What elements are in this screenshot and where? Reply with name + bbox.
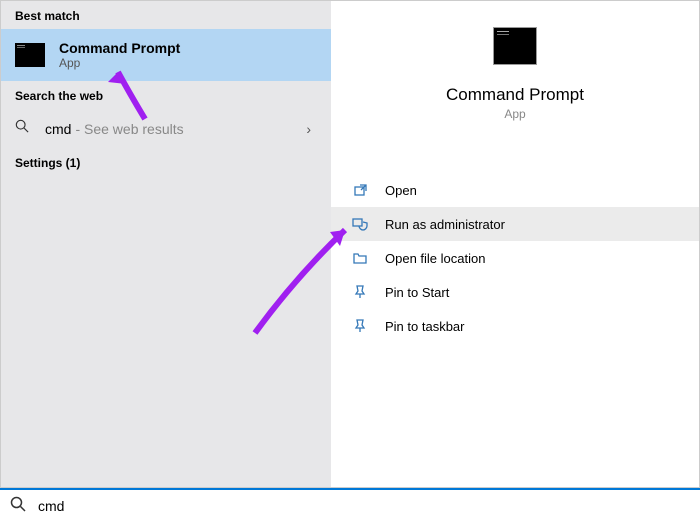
web-hint: - See web results [75,121,183,137]
action-open[interactable]: Open [331,173,699,207]
web-result-item[interactable]: cmd - See web results › [1,109,331,148]
cmd-icon [15,43,45,67]
action-pin-taskbar[interactable]: Pin to taskbar [331,309,699,343]
action-pin-start[interactable]: Pin to Start [331,275,699,309]
web-query: cmd [45,121,71,137]
folder-icon [351,249,369,267]
search-icon [10,496,26,517]
preview-subtitle: App [331,107,699,121]
search-web-header: Search the web [1,81,331,109]
best-match-header: Best match [1,1,331,29]
action-open-label: Open [385,183,417,198]
action-run-admin[interactable]: Run as administrator [331,207,699,241]
open-icon [351,181,369,199]
pin-start-icon [351,283,369,301]
search-bar[interactable] [0,488,700,522]
settings-header: Settings (1) [1,148,331,176]
preview-panel: Command Prompt App Open Run as administr… [331,1,699,487]
action-pin-taskbar-label: Pin to taskbar [385,319,465,334]
preview-title: Command Prompt [331,85,699,105]
admin-icon [351,215,369,233]
chevron-right-icon: › [306,121,311,137]
action-run-admin-label: Run as administrator [385,217,505,232]
results-panel: Best match Command Prompt App Search the… [1,1,331,487]
best-match-subtitle: App [59,56,180,70]
best-match-item[interactable]: Command Prompt App [1,29,331,81]
preview-app-icon [493,27,537,65]
action-pin-start-label: Pin to Start [385,285,449,300]
best-match-title: Command Prompt [59,40,180,56]
search-input[interactable] [38,498,690,514]
action-open-location[interactable]: Open file location [331,241,699,275]
action-open-location-label: Open file location [385,251,485,266]
pin-taskbar-icon [351,317,369,335]
search-icon [15,119,31,138]
